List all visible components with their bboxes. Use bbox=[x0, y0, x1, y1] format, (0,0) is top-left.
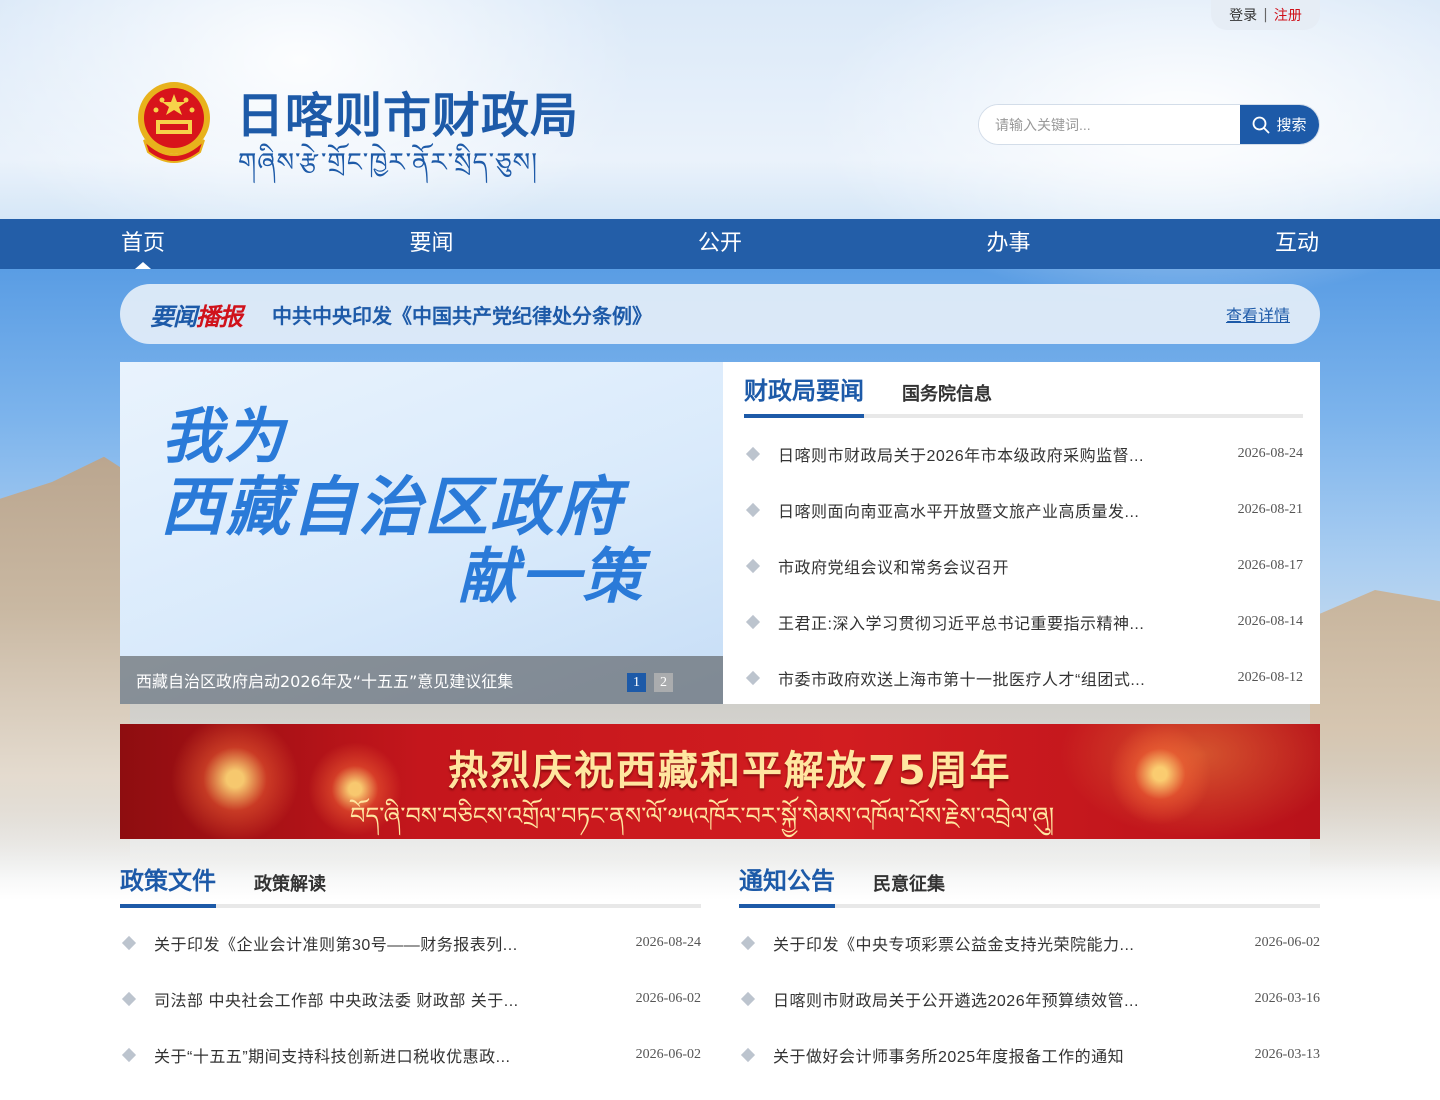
notice-date: 2026-03-13 bbox=[1254, 1047, 1320, 1062]
headline-ticker: 要闻播报 中共中央印发《中国共产党纪律处分条例》 查看详情 bbox=[120, 284, 1320, 344]
banner-subtitle-tibetan: བོད་ཞི་བས་བཅིངས་འགྲོལ་བཏང་ནས་ལོ་༧༥འཁོར་བ… bbox=[350, 802, 1055, 830]
tab-policy-files[interactable]: 政策文件 bbox=[120, 861, 216, 908]
tab-notices[interactable]: 通知公告 bbox=[739, 861, 835, 908]
bullet-icon bbox=[745, 558, 761, 574]
main-nav: 首页 要闻 公开 办事 互动 bbox=[0, 219, 1440, 269]
bullet-icon bbox=[740, 1047, 756, 1063]
notice-title[interactable]: 关于做好会计师事务所2025年度报备工作的通知 bbox=[773, 1043, 1239, 1067]
national-emblem-icon bbox=[138, 82, 210, 163]
list-item[interactable]: 关于做好会计师事务所2025年度报备工作的通知 2026-03-13 bbox=[739, 1027, 1320, 1083]
tab-public-opinion[interactable]: 民意征集 bbox=[873, 870, 945, 904]
tab-state-council[interactable]: 国务院信息 bbox=[902, 380, 992, 414]
notice-title[interactable]: 关于印发《中央专项彩票公益金支持光荣院能力... bbox=[773, 931, 1239, 955]
policy-list: 关于印发《企业会计准则第30号——财务报表列... 2026-08-24 司法部 … bbox=[120, 915, 701, 1083]
notice-tabs: 通知公告 民意征集 bbox=[739, 858, 1320, 908]
headline-text[interactable]: 中共中央印发《中国共产党纪律处分条例》 bbox=[272, 300, 652, 329]
list-item[interactable]: 日喀则市财政局关于公开遴选2026年预算绩效管... 2026-03-16 bbox=[739, 971, 1320, 1027]
news-date: 2026-08-14 bbox=[1237, 614, 1303, 629]
bullet-icon bbox=[121, 991, 137, 1007]
slider-dot-2[interactable]: 2 bbox=[654, 673, 673, 692]
palace-decoration-left bbox=[0, 456, 130, 860]
policy-title[interactable]: 关于“十五五”期间支持科技创新进口税收优惠政... bbox=[154, 1043, 620, 1067]
image-slider[interactable]: 我为 西藏自治区政府 献一策 西藏自治区政府启动2026年及“十五五”意见建议征… bbox=[120, 362, 723, 704]
bullet-icon bbox=[745, 502, 761, 518]
news-title[interactable]: 日喀则市财政局关于2026年市本级政府采购监督... bbox=[778, 442, 1222, 466]
celebration-banner[interactable]: 热烈庆祝西藏和平解放75周年 བོད་ཞི་བས་བཅིངས་འགྲོལ་བཏང… bbox=[120, 724, 1320, 839]
slider-dot-1[interactable]: 1 bbox=[627, 673, 646, 692]
bullet-icon bbox=[121, 1047, 137, 1063]
banner-title: 热烈庆祝西藏和平解放75周年 bbox=[448, 748, 1012, 794]
list-item[interactable]: 日喀则市财政局关于2026年市本级政府采购监督... 2026-08-24 bbox=[744, 426, 1303, 482]
search-icon bbox=[1253, 116, 1270, 133]
policy-tabs: 政策文件 政策解读 bbox=[120, 858, 701, 908]
bullet-icon bbox=[745, 670, 761, 686]
tab-policy-interpretation[interactable]: 政策解读 bbox=[254, 870, 326, 904]
policy-date: 2026-06-02 bbox=[635, 1047, 701, 1062]
nav-item-interaction[interactable]: 互动 bbox=[1274, 219, 1320, 269]
slide-heading-line3: 献一策 bbox=[458, 542, 644, 612]
news-date: 2026-08-21 bbox=[1237, 502, 1303, 517]
notice-date: 2026-06-02 bbox=[1254, 935, 1320, 950]
slider-pagination: 1 2 bbox=[627, 673, 673, 692]
policy-title[interactable]: 司法部 中央社会工作部 中央政法委 财政部 关于... bbox=[154, 987, 620, 1011]
site-subtitle-tibetan: གཞིས་རྩེ་གྲོང་ཁྱེར་ནོར་སྲིད་ཅུས། bbox=[238, 148, 538, 178]
notice-list: 关于印发《中央专项彩票公益金支持光荣院能力... 2026-06-02 日喀则市财… bbox=[739, 915, 1320, 1083]
list-item[interactable]: 日喀则面向南亚高水平开放暨文旅产业高质量发... 2026-08-21 bbox=[744, 482, 1303, 538]
register-link[interactable]: 注册 bbox=[1274, 5, 1302, 25]
search-button-label: 搜索 bbox=[1276, 117, 1307, 134]
link-separator: | bbox=[1263, 7, 1268, 23]
nav-item-news[interactable]: 要闻 bbox=[408, 219, 454, 269]
list-item[interactable]: 关于“十五五”期间支持科技创新进口税收优惠政... 2026-06-02 bbox=[120, 1027, 701, 1083]
search-bar: 搜索 bbox=[978, 104, 1320, 145]
bullet-icon bbox=[745, 614, 761, 630]
account-links: 登录 | 注册 bbox=[1211, 0, 1320, 30]
news-title[interactable]: 市政府党组会议和常务会议召开 bbox=[778, 554, 1222, 578]
bullet-icon bbox=[740, 991, 756, 1007]
bullet-icon bbox=[740, 935, 756, 951]
tab-finance-news[interactable]: 财政局要闻 bbox=[744, 371, 864, 418]
search-input[interactable] bbox=[979, 105, 1240, 144]
nav-item-home[interactable]: 首页 bbox=[120, 219, 166, 269]
news-date: 2026-08-17 bbox=[1237, 558, 1303, 573]
policy-date: 2026-06-02 bbox=[635, 991, 701, 1006]
nav-item-services[interactable]: 办事 bbox=[985, 219, 1031, 269]
firework-decoration bbox=[1100, 724, 1220, 834]
headline-logo: 要闻播报 bbox=[150, 302, 243, 331]
news-date: 2026-08-24 bbox=[1237, 446, 1303, 461]
login-link[interactable]: 登录 bbox=[1229, 5, 1257, 25]
palace-decoration-right bbox=[1310, 590, 1440, 870]
policy-date: 2026-08-24 bbox=[635, 935, 701, 950]
news-tabs: 财政局要闻 国务院信息 bbox=[744, 376, 1303, 418]
policy-title[interactable]: 关于印发《企业会计准则第30号——财务报表列... bbox=[154, 931, 620, 955]
nav-item-public[interactable]: 公开 bbox=[697, 219, 743, 269]
news-panel: 财政局要闻 国务院信息 日喀则市财政局关于2026年市本级政府采购监督... 20… bbox=[723, 362, 1320, 704]
slide-caption[interactable]: 西藏自治区政府启动2026年及“十五五”意见建议征集 bbox=[136, 668, 513, 692]
list-item[interactable]: 关于印发《中央专项彩票公益金支持光荣院能力... 2026-06-02 bbox=[739, 915, 1320, 971]
bullet-icon bbox=[745, 446, 761, 462]
list-item[interactable]: 王君正:深入学习贯彻习近平总书记重要指示精神... 2026-08-14 bbox=[744, 594, 1303, 650]
firework-decoration bbox=[160, 724, 310, 839]
notice-title[interactable]: 日喀则市财政局关于公开遴选2026年预算绩效管... bbox=[773, 987, 1239, 1011]
news-title[interactable]: 日喀则面向南亚高水平开放暨文旅产业高质量发... bbox=[778, 498, 1222, 522]
news-title[interactable]: 王君正:深入学习贯彻习近平总书记重要指示精神... bbox=[778, 610, 1222, 634]
notice-date: 2026-03-16 bbox=[1254, 991, 1320, 1006]
bullet-icon bbox=[121, 935, 137, 951]
news-title[interactable]: 市委市政府欢送上海市第十一批医疗人才“组团式... bbox=[778, 666, 1222, 690]
list-item[interactable]: 市政府党组会议和常务会议召开 2026-08-17 bbox=[744, 538, 1303, 594]
list-item[interactable]: 市委市政府欢送上海市第十一批医疗人才“组团式... 2026-08-12 bbox=[744, 650, 1303, 706]
search-button[interactable]: 搜索 bbox=[1240, 105, 1319, 144]
news-date: 2026-08-12 bbox=[1237, 670, 1303, 685]
list-item[interactable]: 关于印发《企业会计准则第30号——财务报表列... 2026-08-24 bbox=[120, 915, 701, 971]
headline-more-link[interactable]: 查看详情 bbox=[1226, 302, 1290, 326]
list-item[interactable]: 司法部 中央社会工作部 中央政法委 财政部 关于... 2026-06-02 bbox=[120, 971, 701, 1027]
news-list: 日喀则市财政局关于2026年市本级政府采购监督... 2026-08-24 日喀则… bbox=[744, 426, 1303, 706]
